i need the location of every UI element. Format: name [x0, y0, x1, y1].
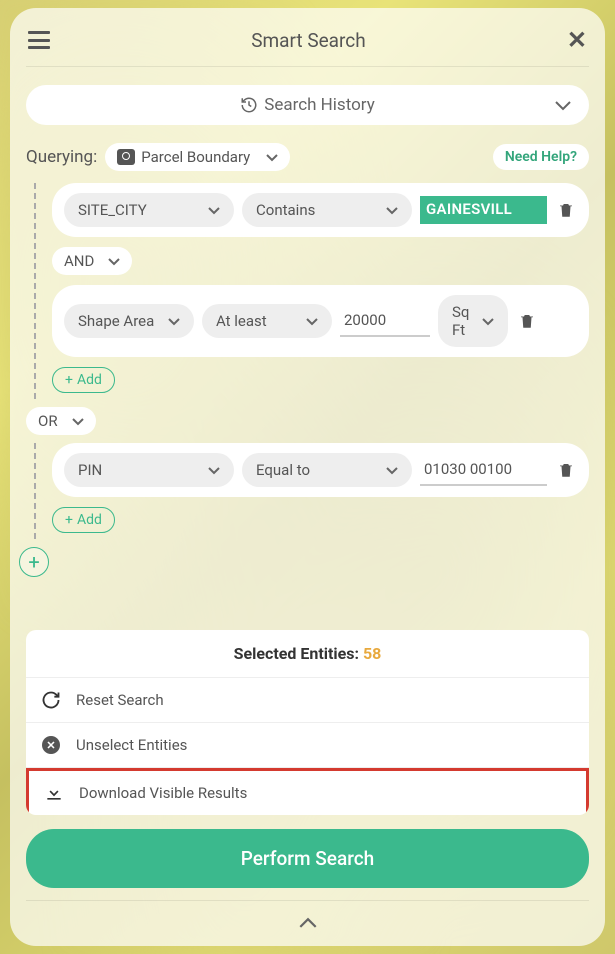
chevron-down-icon	[108, 252, 120, 270]
selected-entities-header: Selected Entities: 58	[26, 630, 589, 678]
querying-label: Querying:	[26, 147, 97, 167]
close-icon[interactable]: ✕	[567, 28, 587, 52]
layer-icon	[117, 149, 135, 165]
menu-icon[interactable]	[28, 31, 50, 49]
history-icon	[240, 96, 258, 114]
add-condition-button[interactable]: + Add	[52, 367, 115, 393]
unselect-entities-button[interactable]: ✕ Unselect Entities	[26, 723, 589, 768]
add-condition-button[interactable]: + Add	[52, 507, 115, 533]
chevron-down-icon	[306, 312, 318, 330]
search-history-label: Search History	[240, 95, 375, 115]
condition-row: SITE_CITY Contains GAINESVILL	[52, 183, 589, 237]
value-input[interactable]	[420, 454, 547, 486]
panel-title: Smart Search	[251, 29, 365, 52]
need-help-button[interactable]: Need Help?	[493, 144, 589, 170]
add-group-button[interactable]: +	[19, 547, 49, 577]
entity-count: 58	[363, 644, 381, 663]
chevron-down-icon	[386, 201, 398, 219]
search-history-button[interactable]: Search History	[26, 85, 589, 125]
delete-condition-button[interactable]	[555, 199, 577, 221]
delete-condition-button[interactable]	[555, 459, 577, 481]
operator-selector[interactable]: At least	[202, 304, 332, 338]
unit-selector[interactable]: Sq Ft	[438, 295, 508, 347]
chevron-down-icon	[266, 148, 278, 166]
chevron-down-icon	[555, 96, 571, 115]
field-selector[interactable]: SITE_CITY	[64, 193, 234, 227]
chevron-down-icon	[482, 312, 494, 330]
panel-header: Smart Search ✕	[26, 24, 589, 66]
field-selector[interactable]: Shape Area	[64, 304, 194, 338]
group-logic-selector[interactable]: OR	[26, 407, 96, 435]
chevron-up-icon	[299, 917, 317, 928]
value-input[interactable]: GAINESVILL	[420, 196, 547, 224]
field-selector[interactable]: PIN	[64, 453, 234, 487]
logic-operator-selector[interactable]: AND	[52, 247, 132, 275]
condition-row: PIN Equal to	[52, 443, 589, 497]
reset-search-button[interactable]: Reset Search	[26, 678, 589, 723]
delete-condition-button[interactable]	[516, 310, 538, 332]
download-visible-results-button[interactable]: Download Visible Results	[26, 768, 589, 815]
condition-group-1: SITE_CITY Contains GAINESVILL AND Shap	[34, 183, 589, 399]
operator-selector[interactable]: Equal to	[242, 453, 412, 487]
layer-name: Parcel Boundary	[141, 148, 250, 166]
divider	[26, 66, 589, 67]
layer-selector[interactable]: Parcel Boundary	[105, 143, 290, 171]
chevron-down-icon	[72, 412, 84, 430]
smart-search-panel: Smart Search ✕ Search History Querying: …	[10, 8, 605, 946]
chevron-down-icon	[386, 461, 398, 479]
close-circle-icon: ✕	[40, 734, 62, 756]
chevron-down-icon	[208, 201, 220, 219]
download-icon	[43, 782, 65, 804]
plus-icon: +	[65, 372, 73, 388]
operator-selector[interactable]: Contains	[242, 193, 412, 227]
perform-search-button[interactable]: Perform Search	[26, 829, 589, 888]
chevron-down-icon	[208, 461, 220, 479]
chevron-down-icon	[168, 312, 180, 330]
plus-icon: +	[65, 512, 73, 528]
querying-row: Querying: Parcel Boundary Need Help?	[26, 143, 589, 171]
query-builder: SITE_CITY Contains GAINESVILL AND Shap	[26, 183, 589, 577]
condition-row: Shape Area At least Sq Ft	[52, 285, 589, 357]
condition-group-2: PIN Equal to + Add	[34, 443, 589, 539]
results-card: Selected Entities: 58 Reset Search ✕ Uns…	[26, 630, 589, 815]
collapse-panel-button[interactable]	[26, 900, 589, 936]
value-input[interactable]	[340, 305, 430, 337]
refresh-icon	[40, 689, 62, 711]
